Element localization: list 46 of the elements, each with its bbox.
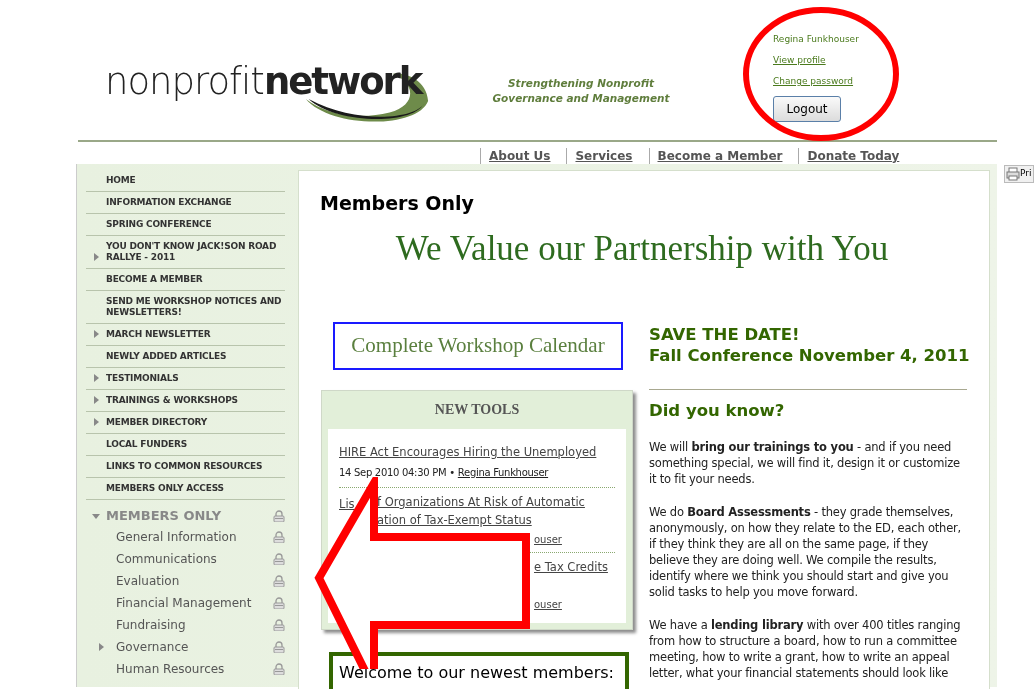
print-icon[interactable] <box>1006 167 1020 181</box>
logout-button[interactable]: Logout <box>773 96 841 122</box>
article-link-fragment[interactable]: e Tax Credits <box>534 559 608 577</box>
info-paragraph: We will bring our trainings to you - and if you need something special, we will find it, design it or customize it to fit your needs. <box>649 439 961 487</box>
sidebar-link[interactable]: LOCAL FUNDERS <box>106 439 285 450</box>
sidebar-subitem[interactable]: Financial Management <box>116 594 273 612</box>
article-link-fragment[interactable]: ation of Tax-Exempt Status <box>377 512 532 530</box>
sidebar-link[interactable]: SPRING CONFERENCE <box>106 219 285 230</box>
sidebar-subitem[interactable]: Governance <box>116 638 273 656</box>
author-link[interactable]: Regina Funkhouser <box>457 465 549 481</box>
account-link[interactable]: View profile <box>773 53 826 67</box>
welcome-heading: Welcome to our newest members: <box>339 663 614 682</box>
author-link-fragment[interactable]: ouser <box>534 596 562 612</box>
sidebar-link[interactable]: MEMBER DIRECTORY <box>106 417 285 428</box>
article-link[interactable]: HIRE Act Encourages Hiring the Unemployed <box>339 445 597 459</box>
sidebar-subitem[interactable]: General Information <box>116 528 273 546</box>
sidebar-link[interactable]: YOU DON'T KNOW JACK!SON ROAD RALLYE - 2011 <box>106 241 285 263</box>
sidebar-link[interactable]: NEWLY ADDED ARTICLES <box>106 351 285 362</box>
sidebar-link[interactable]: LINKS TO COMMON RESOURCES <box>106 461 285 472</box>
info-paragraph: We do Board Assessments - they grade themselves, anonymously, on how they relate to the ED, each other, if they think they are all on the same page, if they believe they are doing well. We compile the results, identify where we think you should start and give you solid tasks to help you move forward. <box>649 504 963 600</box>
sidebar-link[interactable]: MARCH NEWSLETTER <box>106 329 285 340</box>
section-heading: Did you know? <box>649 400 786 422</box>
author-link-fragment[interactable]: ouser <box>534 531 562 547</box>
info-paragraph: We have a lending library with over 400 titles ranging from how to structure a board, how to run a committee meeting, how to write a grant, how to write an appeal letter, what your financial statements should look like <box>649 617 962 681</box>
article-date: 14 Sep 2010 04:30 PM <box>339 466 447 480</box>
tagline: Strengthening Nonprofit Governance and Management <box>491 76 671 106</box>
account-link[interactable]: Change password <box>773 74 854 88</box>
save-the-date-heading: SAVE THE DATE! Fall Conference November 4, 2011 <box>649 324 969 366</box>
sidebar-subitem[interactable]: Communications <box>116 550 273 568</box>
banner-heading: We Value our Partnership with You <box>394 228 890 270</box>
sidebar-link[interactable]: BECOME A MEMBER <box>106 274 285 285</box>
page-title: Members Only <box>320 191 475 215</box>
sidebar-link[interactable]: MEMBERS ONLY ACCESS <box>106 483 285 494</box>
sidebar-subitem[interactable]: Evaluation <box>116 572 273 590</box>
bullet-separator: • <box>449 466 455 480</box>
sidebar-subitem[interactable]: Fundraising <box>116 616 273 634</box>
sidebar-link[interactable]: INFORMATION EXCHANGE <box>106 197 285 208</box>
sidebar-subitem[interactable]: Human Resources <box>116 660 273 678</box>
user-name: Regina Funkhouser <box>773 33 859 46</box>
calendar-link[interactable]: Complete Workshop Calendar <box>333 322 623 370</box>
sidebar-link[interactable]: SEND ME WORKSHOP NOTICES AND NEWSLETTERS! <box>106 296 285 318</box>
article-link-fragment[interactable]: Lis <box>339 497 355 511</box>
sidebar-link[interactable]: TESTIMONIALS <box>106 373 285 384</box>
card-title: NEW TOOLS <box>433 401 521 419</box>
sidebar-link[interactable]: TRAININGS & WORKSHOPS <box>106 395 285 406</box>
sidebar-link[interactable]: HOME <box>106 175 285 186</box>
